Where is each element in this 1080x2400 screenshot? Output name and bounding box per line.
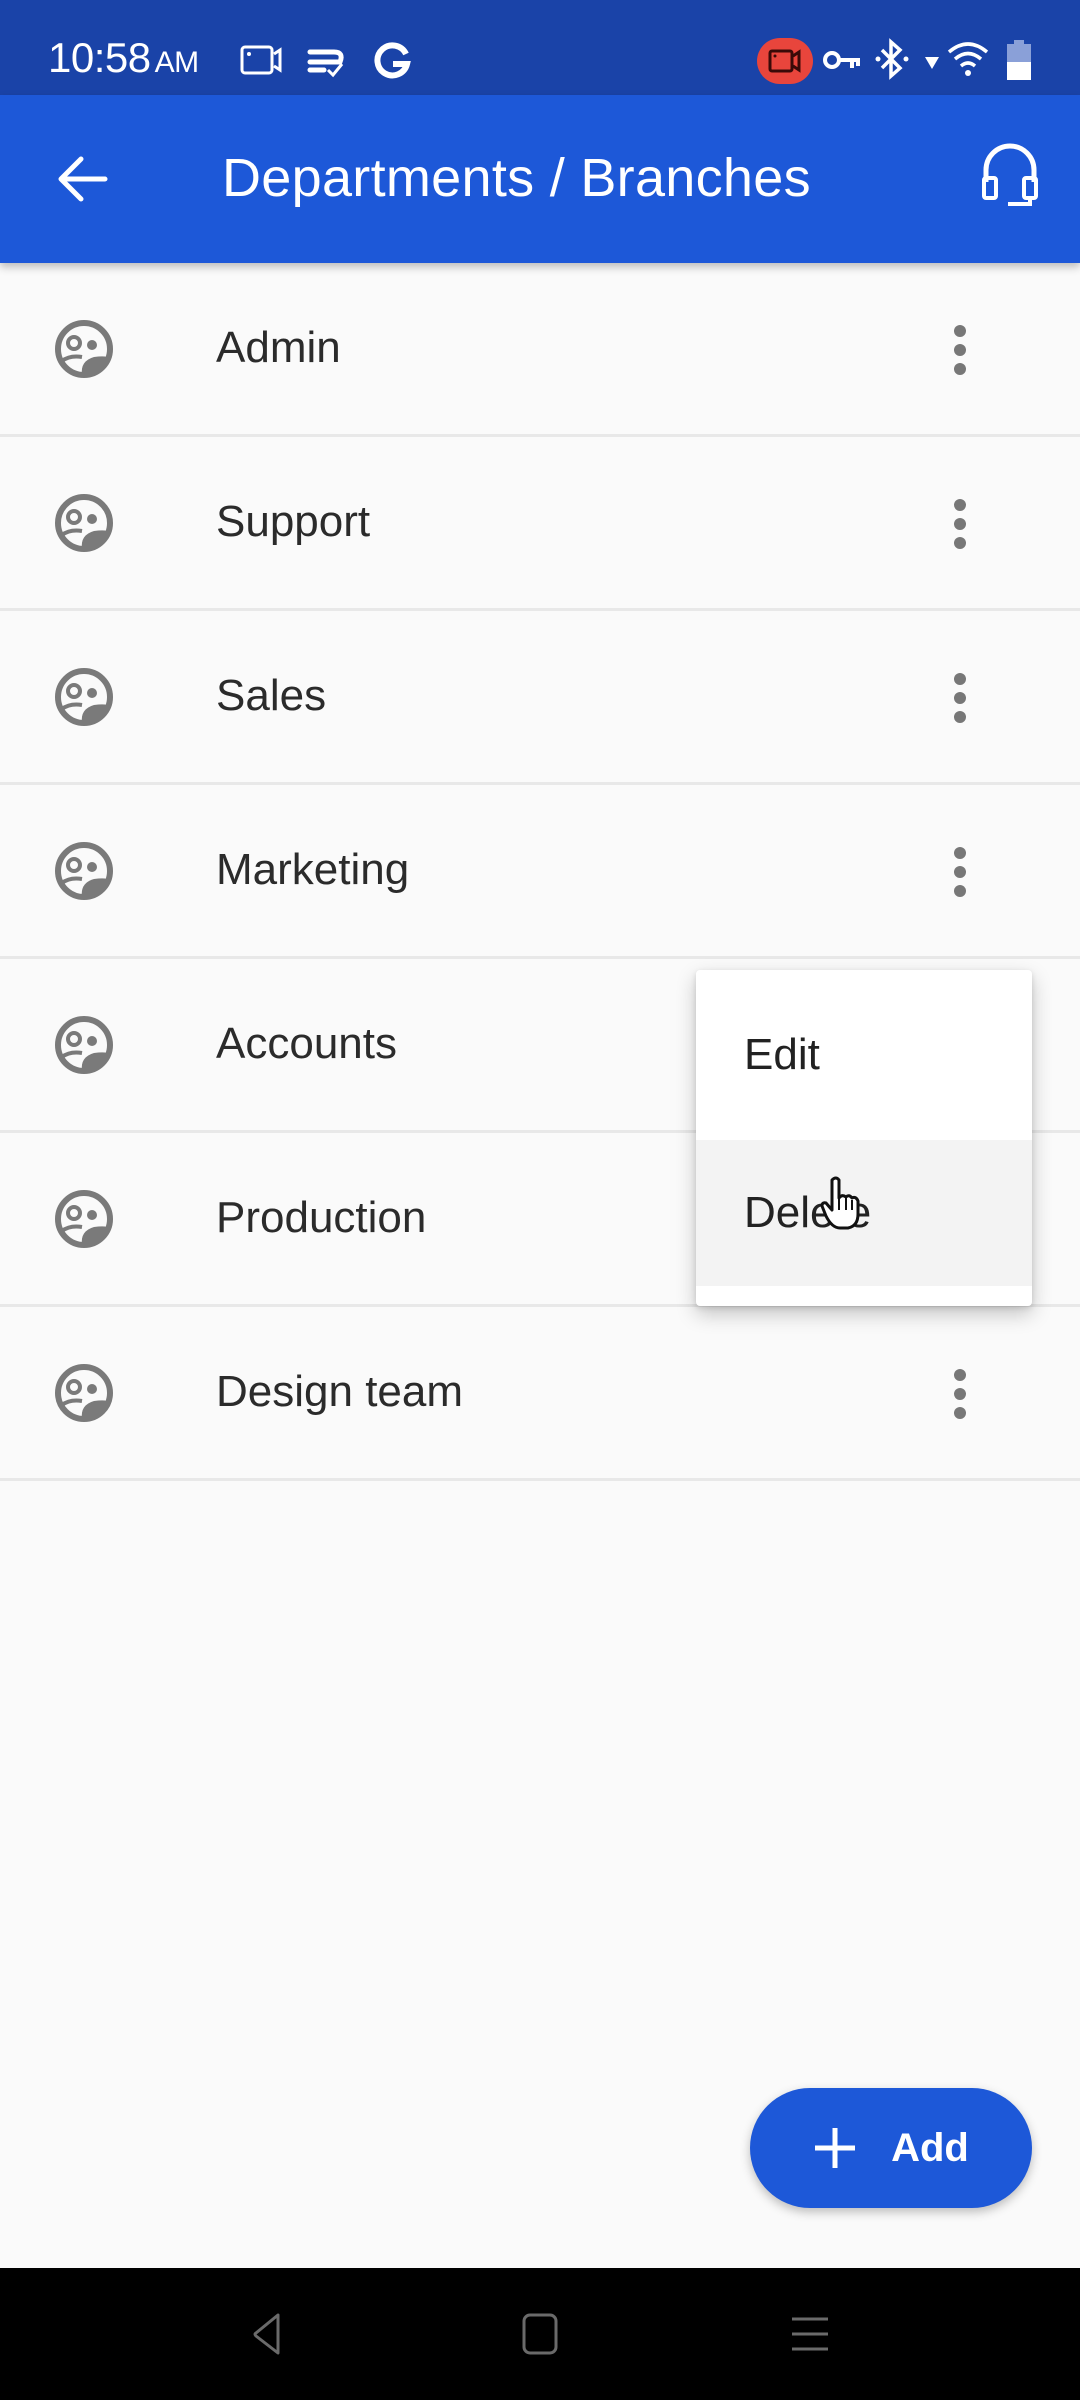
clock-ampm: AM	[154, 46, 200, 79]
more-options-button[interactable]	[935, 315, 985, 385]
system-nav-bar	[0, 2268, 1080, 2400]
add-button-label: Add	[891, 2125, 969, 2170]
kebab-dot	[954, 344, 966, 356]
kebab-dot	[954, 1388, 966, 1400]
kebab-dot	[954, 711, 966, 723]
group-face-icon	[55, 668, 113, 726]
group-face-icon	[55, 1364, 113, 1422]
department-name: Admin	[216, 323, 341, 372]
wifi-icon	[947, 42, 989, 76]
headset-icon	[982, 143, 1038, 206]
kebab-dot	[954, 673, 966, 685]
sync-check-icon	[307, 49, 344, 78]
department-name: Design team	[216, 1367, 464, 1416]
data-arrow-icon	[925, 57, 939, 69]
hand-cursor-icon	[820, 1176, 860, 1230]
page-title: Departments / Branches	[222, 148, 811, 208]
app-bar: Departments / Branches	[0, 95, 1080, 263]
add-button[interactable]: Add	[750, 2088, 1032, 2208]
menu-item-edit[interactable]: Edit	[696, 970, 1032, 1140]
menu-lines-icon	[792, 2317, 828, 2351]
bluetooth-icon	[875, 38, 909, 80]
status-bar: 10:58 AM	[0, 0, 1080, 95]
more-options-button[interactable]	[935, 489, 985, 559]
department-row[interactable]: Design team	[0, 1307, 1080, 1481]
group-face-icon	[55, 320, 113, 378]
kebab-dot	[954, 885, 966, 897]
department-row[interactable]: Support	[0, 437, 1080, 611]
screen-record-icon	[240, 45, 282, 75]
kebab-dot	[954, 692, 966, 704]
back-button[interactable]	[50, 147, 114, 211]
kebab-dot	[954, 847, 966, 859]
department-row[interactable]: Admin	[0, 263, 1080, 437]
group-face-icon	[55, 842, 113, 900]
kebab-dot	[954, 1407, 966, 1419]
recording-indicator-icon	[768, 49, 801, 73]
home-square-icon	[522, 2313, 558, 2355]
kebab-dot	[954, 499, 966, 511]
more-options-button[interactable]	[935, 663, 985, 733]
vpn-key-icon	[823, 51, 860, 69]
kebab-dot	[954, 537, 966, 549]
screen: 10:58 AM Departments / Branches Admin Su…	[0, 0, 1080, 2400]
arrow-left-icon	[58, 156, 108, 202]
kebab-dot	[954, 518, 966, 530]
kebab-dot	[954, 363, 966, 375]
department-name: Sales	[216, 671, 327, 720]
support-button[interactable]	[975, 135, 1045, 215]
kebab-dot	[954, 325, 966, 337]
battery-icon	[1007, 40, 1031, 80]
department-row[interactable]: Marketing	[0, 785, 1080, 959]
department-name: Support	[216, 497, 371, 546]
back-triangle-icon	[253, 2313, 280, 2355]
department-name: Marketing	[216, 845, 410, 894]
department-name: Accounts	[216, 1019, 397, 1068]
clock-time: 10:58	[48, 34, 151, 81]
department-row[interactable]: Sales	[0, 611, 1080, 785]
recording-indicator	[757, 38, 813, 84]
department-name: Production	[216, 1193, 427, 1242]
nav-home-button[interactable]	[500, 2304, 580, 2364]
google-icon	[374, 42, 411, 79]
menu-item-label: Edit	[744, 1030, 820, 1079]
group-face-icon	[55, 494, 113, 552]
more-options-button[interactable]	[935, 1359, 985, 1429]
group-face-icon	[55, 1016, 113, 1074]
kebab-dot	[954, 866, 966, 878]
nav-back-button[interactable]	[226, 2304, 306, 2364]
nav-menu-button[interactable]	[770, 2304, 850, 2364]
group-face-icon	[55, 1190, 113, 1248]
context-menu: Edit Delete	[696, 970, 1032, 1306]
status-time: 10:58 AM	[48, 34, 199, 82]
more-options-button[interactable]	[935, 837, 985, 907]
kebab-dot	[954, 1369, 966, 1381]
plus-icon	[815, 2128, 856, 2168]
